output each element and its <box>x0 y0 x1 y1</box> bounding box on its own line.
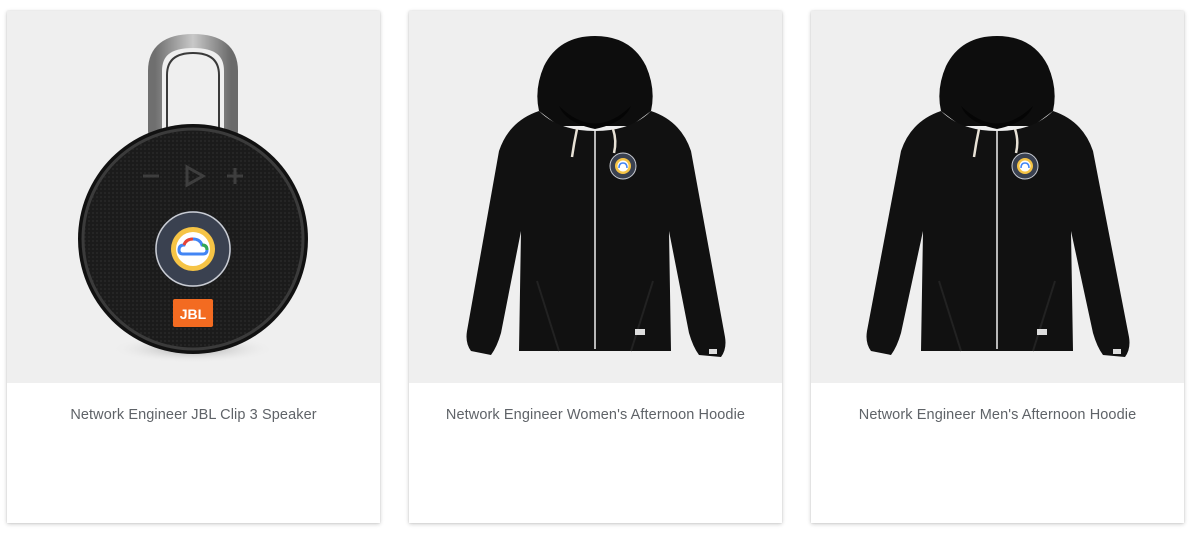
hoodie-illustration <box>466 36 726 357</box>
speaker-illustration: JBL <box>78 33 308 363</box>
product-grid: JBL Network Engineer JBL Clip 3 Speaker <box>0 0 1200 535</box>
product-image-jbl-speaker[interactable]: JBL <box>7 11 380 383</box>
hoodie-illustration <box>866 36 1130 357</box>
product-title[interactable]: Network Engineer Men's Afternoon Hoodie <box>811 407 1184 423</box>
product-card-mens-hoodie[interactable]: Network Engineer Men's Afternoon Hoodie <box>811 11 1184 523</box>
product-image-mens-hoodie[interactable] <box>811 11 1184 383</box>
product-card-womens-hoodie[interactable]: Network Engineer Women's Afternoon Hoodi… <box>409 11 782 523</box>
product-title[interactable]: Network Engineer JBL Clip 3 Speaker <box>7 407 380 423</box>
product-title[interactable]: Network Engineer Women's Afternoon Hoodi… <box>409 407 782 423</box>
product-image-womens-hoodie[interactable] <box>409 11 782 383</box>
svg-text:JBL: JBL <box>180 306 207 322</box>
product-card-jbl-speaker[interactable]: JBL Network Engineer JBL Clip 3 Speaker <box>7 11 380 523</box>
